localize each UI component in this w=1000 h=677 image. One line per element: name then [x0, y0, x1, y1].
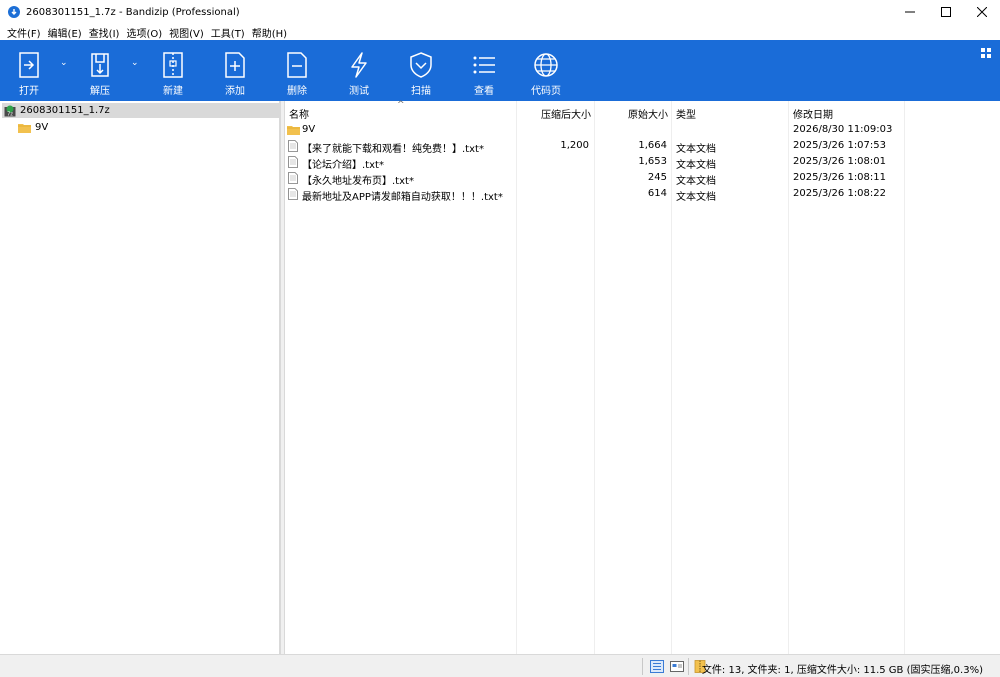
minimize-icon [905, 11, 915, 13]
scan-label: 扫描 [411, 86, 431, 97]
tree-item-folder-9v[interactable]: 9V [18, 120, 48, 135]
file-row-text[interactable]: 最新地址及APP请发邮箱自动获取！！！.txt* 614 文本文档 2025/3… [285, 186, 1000, 203]
column-header-type[interactable]: 类型 [676, 106, 696, 121]
menu-help[interactable]: 帮助(H) [249, 25, 290, 40]
file-original-size: 245 [647, 172, 667, 183]
lightning-icon [343, 49, 375, 81]
file-original-size: 1,664 [638, 140, 667, 151]
codepage-label: 代码页 [531, 86, 561, 97]
file-modified: 2026/8/30 11:09:03 [793, 124, 893, 135]
file-type: 文本文档 [676, 160, 716, 171]
sort-ascending-icon: ^ [397, 100, 405, 110]
text-file-icon [287, 140, 299, 152]
close-button[interactable] [964, 0, 1000, 24]
details-view-icon[interactable] [650, 660, 664, 673]
file-packed-size: 1,200 [560, 140, 589, 151]
test-label: 测试 [349, 86, 369, 97]
file-modified: 2025/3/26 1:08:11 [793, 172, 887, 183]
status-summary-text: 文件: 13, 文件夹: 1, 压缩文件大小: 11.5 GB (固实压缩,0.… [701, 665, 983, 676]
view-button[interactable]: 查看 [467, 40, 501, 101]
new-archive-button[interactable]: 新建 [157, 40, 189, 101]
menu-tools[interactable]: 工具(T) [208, 25, 248, 40]
shield-icon [405, 49, 437, 81]
delete-label: 删除 [287, 86, 307, 97]
title-bar: 2608301151_1.7z - Bandizip (Professional… [0, 0, 1000, 24]
file-name: 【永久地址发布页】.txt* [302, 176, 414, 187]
tree-root-label: 2608301151_1.7z [20, 105, 110, 116]
codepage-button[interactable]: 代码页 [527, 40, 565, 101]
file-name: 9V [302, 124, 316, 135]
tree-item-archive-root[interactable]: 7z 2608301151_1.7z [2, 103, 279, 118]
menu-bar: 文件(F) 编辑(E) 查找(I) 选项(O) 视图(V) 工具(T) 帮助(H… [0, 24, 1000, 40]
file-modified: 2025/3/26 1:07:53 [793, 140, 887, 151]
file-modified: 2025/3/26 1:08:01 [793, 156, 887, 167]
archive-7z-icon: 7z [4, 105, 16, 117]
minimize-button[interactable] [892, 0, 928, 24]
view-label: 查看 [474, 86, 494, 97]
status-bar: 文件: 13, 文件夹: 1, 压缩文件大小: 11.5 GB (固实压缩,0.… [0, 654, 1000, 677]
extract-icon [84, 49, 116, 81]
column-header-modified[interactable]: 修改日期 [793, 106, 833, 121]
maximize-icon [941, 7, 951, 17]
delete-button[interactable]: 删除 [281, 40, 313, 101]
column-header-original-size[interactable]: 原始大小 [597, 106, 668, 121]
file-list-pane[interactable]: ^ 名称 压缩后大小 原始大小 类型 修改日期 9V 2026/8/30 11:… [285, 100, 1000, 654]
globe-icon [530, 49, 562, 81]
menu-find[interactable]: 查找(I) [86, 25, 123, 40]
bandizip-app-icon [8, 6, 20, 18]
file-row-folder[interactable]: 9V 2026/8/30 11:09:03 [285, 122, 1000, 138]
layout-grid-icon[interactable] [981, 48, 991, 58]
folder-tree-pane[interactable]: 7z 2608301151_1.7z 9V [0, 101, 280, 654]
list-icon [468, 49, 500, 81]
folder-icon [287, 124, 300, 136]
text-file-icon [287, 156, 299, 168]
maximize-button[interactable] [928, 0, 964, 24]
file-row-text[interactable]: 【永久地址发布页】.txt* 245 文本文档 2025/3/26 1:08:1… [285, 170, 1000, 187]
close-icon [977, 7, 987, 17]
extract-dropdown-arrow-icon[interactable]: ⌄ [131, 58, 139, 68]
file-name: 【来了就能下载和观看！纯免费！】.txt* [302, 144, 484, 155]
new-archive-icon [157, 49, 189, 81]
menu-options[interactable]: 选项(O) [123, 25, 165, 40]
folder-icon [18, 123, 31, 133]
file-name: 【论坛介绍】.txt* [302, 160, 384, 171]
file-modified: 2025/3/26 1:08:22 [793, 188, 887, 199]
file-type: 文本文档 [676, 144, 716, 155]
file-name: 最新地址及APP请发邮箱自动获取！！！.txt* [302, 192, 503, 203]
list-header: ^ 名称 压缩后大小 原始大小 类型 修改日期 [285, 100, 1000, 122]
preview-view-icon[interactable] [670, 660, 684, 673]
open-button[interactable]: 打开 [12, 40, 46, 101]
open-label: 打开 [19, 86, 39, 97]
file-row-text[interactable]: 【论坛介绍】.txt* 1,653 文本文档 2025/3/26 1:08:01 [285, 154, 1000, 171]
window-title: 2608301151_1.7z - Bandizip (Professional… [26, 6, 240, 18]
file-type: 文本文档 [676, 176, 716, 187]
status-separator [688, 658, 689, 675]
tree-child-label: 9V [35, 122, 49, 133]
menu-view[interactable]: 视图(V) [166, 25, 207, 40]
column-header-name[interactable]: 名称 [289, 106, 309, 121]
file-type: 文本文档 [676, 192, 716, 203]
file-original-size: 1,653 [638, 156, 667, 167]
test-button[interactable]: 测试 [343, 40, 375, 101]
extract-label: 解压 [90, 86, 110, 97]
text-file-icon [287, 188, 299, 200]
svg-text:7z: 7z [7, 111, 13, 117]
add-label: 添加 [225, 86, 245, 97]
scan-button[interactable]: 扫描 [404, 40, 438, 101]
menu-file[interactable]: 文件(F) [4, 25, 44, 40]
menu-edit[interactable]: 编辑(E) [45, 25, 85, 40]
open-dropdown-arrow-icon[interactable]: ⌄ [60, 58, 68, 68]
delete-file-icon [281, 49, 313, 81]
add-button[interactable]: 添加 [219, 40, 251, 101]
new-archive-label: 新建 [163, 86, 183, 97]
extract-button[interactable]: 解压 [84, 40, 116, 101]
open-icon [13, 49, 45, 81]
add-file-icon [219, 49, 251, 81]
status-separator [642, 658, 643, 675]
toolbar: 打开 ⌄ 解压 ⌄ 新建 添加 删除 测试 扫描 查看 代码页 [0, 40, 1000, 101]
column-header-packed-size[interactable]: 压缩后大小 [521, 106, 591, 121]
file-row-text[interactable]: 【来了就能下载和观看！纯免费！】.txt* 1,200 1,664 文本文档 2… [285, 138, 1000, 155]
file-original-size: 614 [647, 188, 667, 199]
text-file-icon [287, 172, 299, 184]
